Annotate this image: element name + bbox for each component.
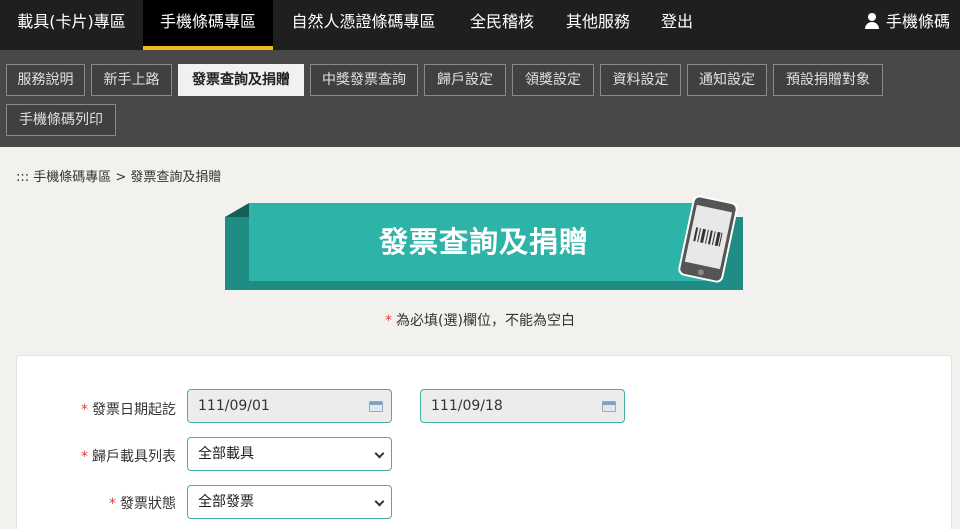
date-to-value: 111/09/18 <box>431 398 503 414</box>
invoice-status-label: * 發票狀態 <box>109 496 176 512</box>
required-star: * <box>385 313 393 329</box>
calendar-icon[interactable] <box>602 401 616 412</box>
user-label: 手機條碼 <box>885 12 950 31</box>
chevron-down-icon <box>374 496 385 507</box>
chevron-down-icon <box>374 448 385 459</box>
date-from-input[interactable]: 111/09/01 <box>187 389 392 423</box>
carrier-select-value: 全部載具 <box>198 446 254 462</box>
date-range-label: * 發票日期起訖 <box>81 402 176 418</box>
subnav-item-service-description[interactable]: 服務說明 <box>6 64 85 96</box>
subnav-item-winning-invoice-query[interactable]: 中獎發票查詢 <box>310 64 418 96</box>
topnav-item-audit[interactable]: 全民稽核 <box>454 0 550 50</box>
topnav-item-carrier-card[interactable]: 載具(卡片)專區 <box>0 0 143 50</box>
subnav-item-notification-settings[interactable]: 通知設定 <box>687 64 767 96</box>
required-note-text: 為必填(選)欄位，不能為空白 <box>396 313 575 329</box>
sub-navigation: 服務說明 新手上路 發票查詢及捐贈 中獎發票查詢 歸戶設定 領獎設定 資料設定 … <box>0 50 960 147</box>
date-from-value: 111/09/01 <box>198 398 270 414</box>
subnav-item-print-barcode[interactable]: 手機條碼列印 <box>6 104 116 136</box>
topnav-item-mobile-barcode[interactable]: 手機條碼專區 <box>143 0 273 50</box>
top-navigation: 載具(卡片)專區 手機條碼專區 自然人憑證條碼專區 全民稽核 其他服務 登出 手… <box>0 0 960 50</box>
calendar-icon[interactable] <box>369 401 383 412</box>
date-to-input[interactable]: 111/09/18 <box>420 389 625 423</box>
invoice-status-value: 全部發票 <box>198 494 254 510</box>
subnav-item-default-donation[interactable]: 預設捐贈對象 <box>773 64 883 96</box>
carrier-list-label: * 歸戶載具列表 <box>81 449 176 465</box>
page-title: 發票查詢及捐贈 <box>378 225 589 259</box>
page-banner: 發票查詢及捐贈 <box>225 195 745 293</box>
subnav-item-getting-started[interactable]: 新手上路 <box>91 64 172 96</box>
carrier-select[interactable]: 全部載具 <box>187 437 392 471</box>
topnav-item-citizen-certificate[interactable]: 自然人憑證條碼專區 <box>273 0 454 50</box>
breadcrumb: ::: 手機條碼專區 > 發票查詢及捐贈 <box>16 170 222 185</box>
subnav-item-collection-settings[interactable]: 歸戶設定 <box>424 64 506 96</box>
subnav-item-profile-settings[interactable]: 資料設定 <box>600 64 681 96</box>
subnav-item-invoice-query-donation[interactable]: 發票查詢及捐贈 <box>178 64 304 96</box>
user-menu[interactable]: 手機條碼 <box>864 0 950 50</box>
required-fields-note: * 為必填(選)欄位，不能為空白 <box>0 310 960 330</box>
subnav-item-prize-settings[interactable]: 領獎設定 <box>512 64 594 96</box>
invoice-status-select[interactable]: 全部發票 <box>187 485 392 519</box>
topnav-item-other-services[interactable]: 其他服務 <box>550 0 646 50</box>
user-icon <box>864 13 880 29</box>
topnav-item-logout[interactable]: 登出 <box>646 0 708 50</box>
query-form: * 發票日期起訖 111/09/01 111/09/18 * 歸戶載具列表 全部載具… <box>16 355 952 529</box>
